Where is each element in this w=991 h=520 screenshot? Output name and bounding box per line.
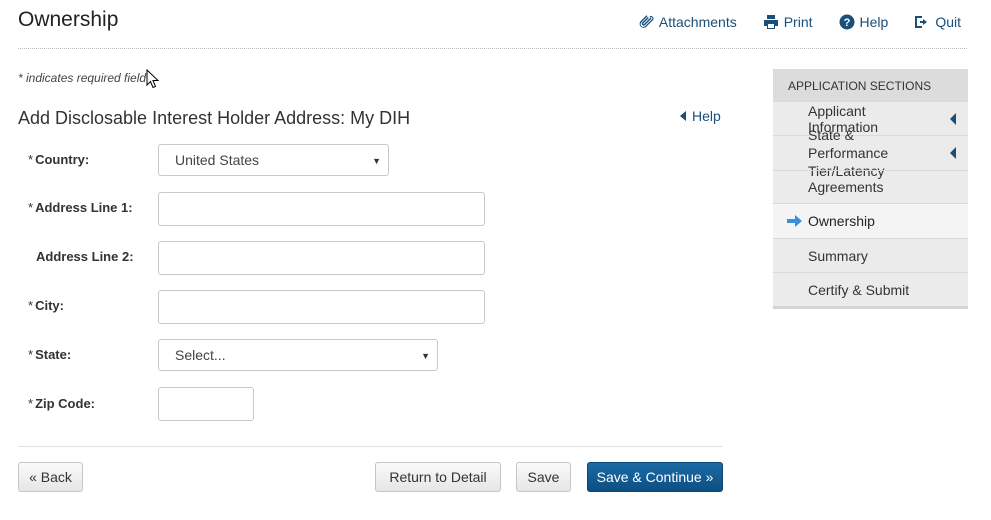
attachments-link[interactable]: Attachments [638,14,737,30]
sidebar-item-certify-submit[interactable]: Certify & Submit [773,272,968,306]
required-field-note: * indicates required field [18,71,147,85]
mouse-cursor-icon [146,69,160,89]
sidebar-item-label: Agreements [808,179,884,195]
address-line-2-label: Address Line 2: [36,249,134,264]
sidebar-item-label: Ownership [808,213,875,229]
quit-label: Quit [935,14,961,30]
attachments-label: Attachments [658,14,737,30]
sidebar-item-ownership[interactable]: Ownership [773,203,968,238]
expand-caret-icon [950,147,956,159]
expand-caret-icon [950,112,956,125]
back-button[interactable]: « Back [18,462,83,492]
print-label: Print [783,14,813,30]
print-link[interactable]: Print [763,14,813,30]
select-caret-icon: ▼ [421,351,430,361]
state-select[interactable]: Select... ▼ [158,339,438,371]
select-caret-icon: ▼ [372,156,381,166]
application-sections-sidebar: APPLICATION SECTIONS Applicant Informati… [773,69,968,309]
arrow-right-icon [787,215,802,227]
address-line-1-label: * Address Line 1: [28,200,133,215]
quit-link[interactable]: Quit [914,14,961,30]
page-title: Ownership [18,8,119,31]
sidebar-item-state-performance[interactable]: State & Performance Tier/Latency [773,127,968,179]
sidebar-heading: APPLICATION SECTIONS [773,69,968,101]
return-to-detail-button[interactable]: Return to Detail [375,462,501,492]
city-input[interactable] [158,290,485,324]
question-circle-icon: ? [839,14,855,30]
sidebar-item-label: Summary [808,247,868,264]
address-line-2-input[interactable] [158,241,485,275]
help-top-link[interactable]: ? Help [839,14,889,30]
save-and-continue-button[interactable]: Save & Continue » [587,462,723,492]
zip-code-input[interactable] [158,387,254,421]
help-top-label: Help [859,14,889,30]
printer-icon [763,15,778,29]
sign-out-icon [915,16,928,28]
form-help-label: Help [692,108,721,124]
sidebar-item-label: Certify & Submit [808,281,910,298]
sidebar-item-agreements[interactable]: Agreements [773,170,968,203]
state-label: * State: [28,347,72,362]
form-help-link[interactable]: Help [680,108,721,124]
country-select-value: United States [175,152,260,168]
save-button[interactable]: Save [516,462,571,492]
paperclip-icon [639,15,654,28]
address-line-1-input[interactable] [158,192,485,226]
zip-code-label: * Zip Code: [28,396,95,411]
country-label: * Country: [28,152,90,167]
header-divider [18,48,967,49]
caret-left-icon [680,111,686,121]
sidebar-item-summary[interactable]: Summary [773,238,968,272]
form-title: Add Disclosable Interest Holder Address:… [18,108,411,128]
form-divider [18,446,723,447]
state-select-value: Select... [175,347,226,363]
top-links: Attachments Print ? Help Quit [638,14,961,30]
country-select[interactable]: United States ▼ [158,144,389,176]
svg-text:?: ? [843,17,850,29]
city-label: * City: [28,298,64,313]
